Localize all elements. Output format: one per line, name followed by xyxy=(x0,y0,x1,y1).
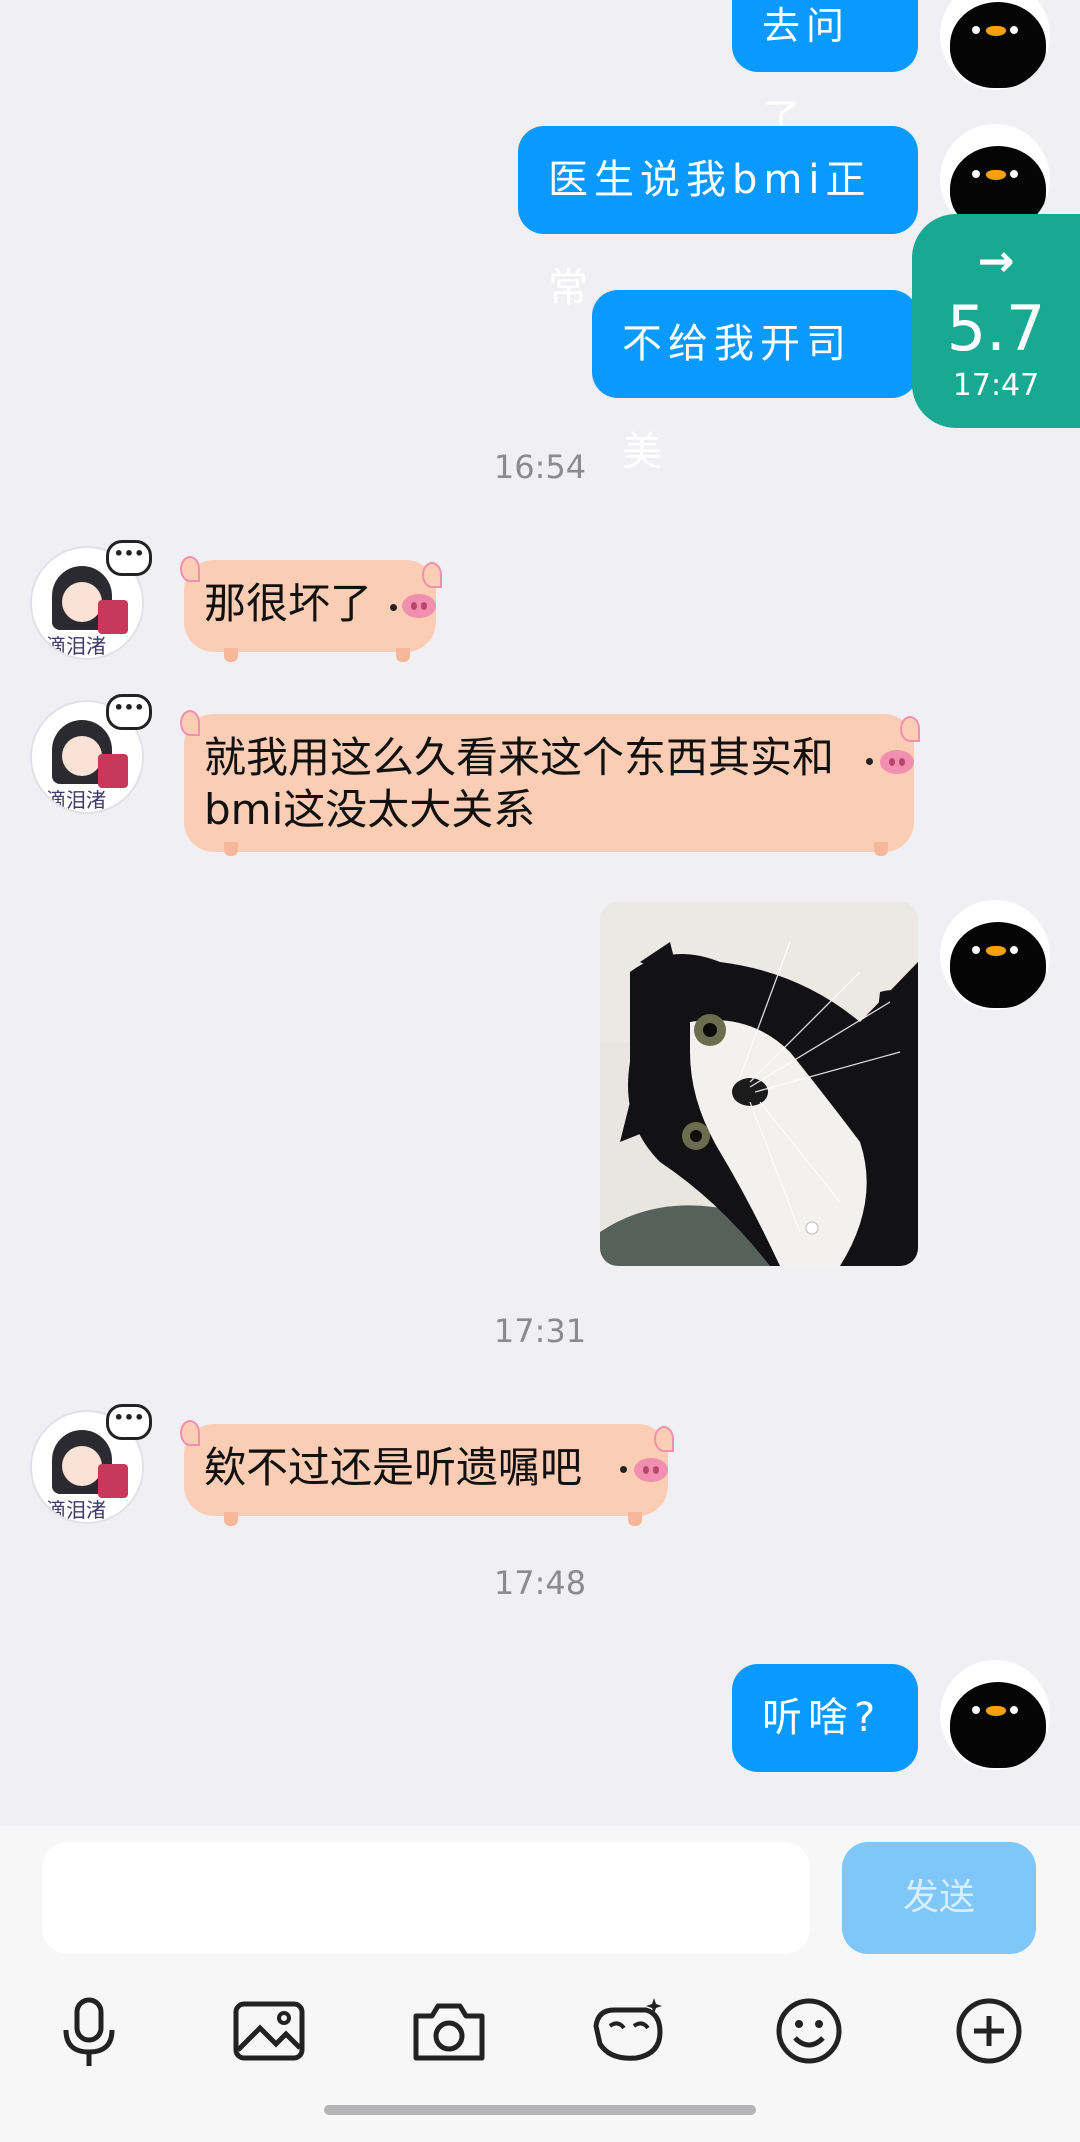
timestamp: 17:48 xyxy=(493,1564,587,1602)
emoji-icon[interactable] xyxy=(764,1986,854,2076)
message-bubble-me[interactable]: 医生说我bmi正常 xyxy=(518,126,918,311)
badge-value: 5.7 xyxy=(946,292,1046,365)
floating-badge[interactable]: → 5.7 17:47 xyxy=(912,214,1080,428)
message-bubble-me[interactable]: 去问了 xyxy=(732,0,918,140)
friend-avatar[interactable]: 滴泪渚 ••• xyxy=(30,540,152,660)
pig-ear-decoration xyxy=(900,716,920,742)
my-avatar[interactable] xyxy=(940,0,1050,90)
composer-bar: 发送 xyxy=(0,1826,1080,2142)
pig-snout-decoration xyxy=(880,750,914,774)
message-bubble-me[interactable]: 听啥? xyxy=(732,1664,918,1772)
more-dots-icon: ••• xyxy=(106,694,152,730)
my-avatar[interactable] xyxy=(940,900,1050,1010)
message-input[interactable] xyxy=(42,1842,810,1954)
avatar-name: 滴泪渚 xyxy=(46,634,106,658)
microphone-icon[interactable] xyxy=(44,1986,134,2076)
image-icon[interactable] xyxy=(224,1986,314,2076)
arrow-right-icon: → xyxy=(977,236,1015,287)
cat-photo xyxy=(600,902,918,1266)
pig-snout-decoration xyxy=(634,1458,668,1482)
pig-leg-decoration xyxy=(224,842,238,856)
more-dots-icon: ••• xyxy=(106,1404,152,1440)
send-button[interactable]: 发送 xyxy=(842,1842,1036,1954)
pig-leg-decoration xyxy=(628,1512,642,1526)
pig-snout-decoration xyxy=(402,594,436,618)
pig-eye-decoration xyxy=(390,604,397,611)
pig-leg-decoration xyxy=(224,648,238,662)
pig-ear-decoration xyxy=(654,1426,674,1452)
timestamp: 17:31 xyxy=(493,1312,587,1350)
message-bubble-friend[interactable]: 欸不过还是听遗嘱吧 xyxy=(184,1424,668,1516)
more-dots-icon: ••• xyxy=(106,540,152,576)
pig-leg-decoration xyxy=(224,1512,238,1526)
sticker-icon[interactable] xyxy=(584,1986,674,2076)
my-avatar[interactable] xyxy=(940,1660,1050,1770)
camera-icon[interactable] xyxy=(404,1986,494,2076)
pig-ear-decoration xyxy=(180,556,200,582)
avatar-name: 滴泪渚 xyxy=(46,1498,106,1522)
pig-leg-decoration xyxy=(874,842,888,856)
home-indicator[interactable] xyxy=(324,2105,756,2115)
pig-leg-decoration xyxy=(396,648,410,662)
timestamp: 16:54 xyxy=(493,448,587,486)
message-bubble-friend[interactable]: 那很坏了 xyxy=(184,560,436,652)
message-bubble-friend[interactable]: 就我用这么久看来这个东西其实和bmi这没太大关系 xyxy=(184,714,914,852)
friend-avatar[interactable]: 滴泪渚 ••• xyxy=(30,694,152,814)
badge-time: 17:47 xyxy=(952,368,1040,403)
message-bubble-me[interactable]: 不给我开司美 xyxy=(592,290,918,475)
avatar-name: 滴泪渚 xyxy=(46,788,106,812)
pig-ear-decoration xyxy=(180,1420,200,1446)
plus-icon[interactable] xyxy=(944,1986,1034,2076)
cat-photo-message[interactable] xyxy=(600,902,918,1266)
pig-eye-decoration xyxy=(866,758,873,765)
pig-ear-decoration xyxy=(180,710,200,736)
friend-avatar[interactable]: 滴泪渚 ••• xyxy=(30,1404,152,1524)
pig-ear-decoration xyxy=(422,562,442,588)
pig-eye-decoration xyxy=(620,1466,627,1473)
